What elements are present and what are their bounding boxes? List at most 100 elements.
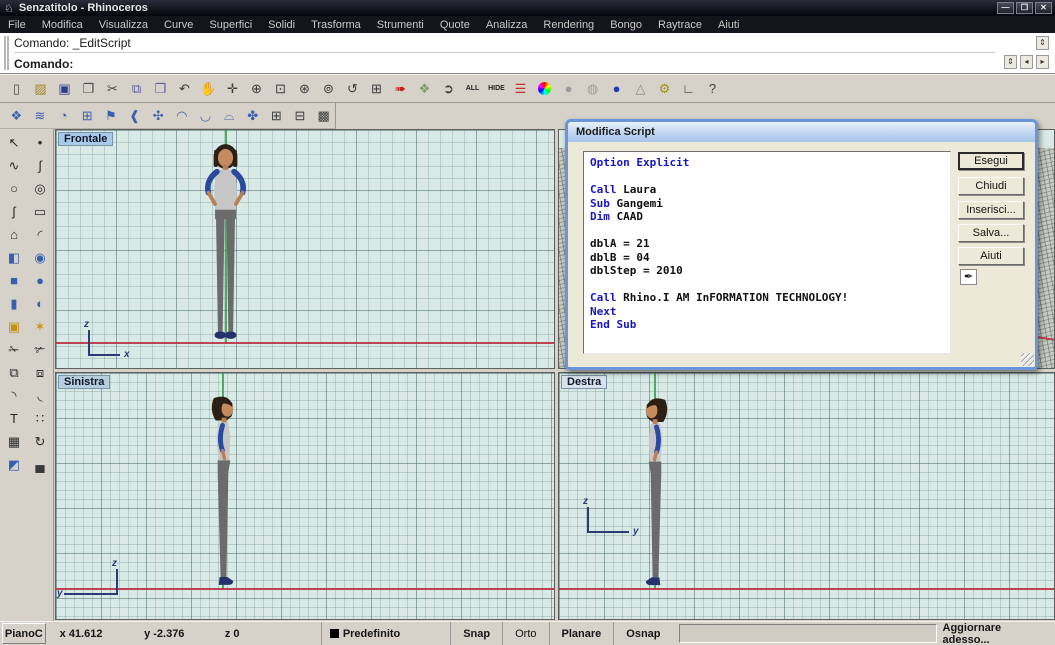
select-arrow-icon[interactable]: ↖ xyxy=(1,131,27,154)
extrude-icon[interactable]: ❰ xyxy=(123,105,146,127)
menu-curve[interactable]: Curve xyxy=(156,19,201,31)
cut-icon[interactable]: ✂ xyxy=(101,78,124,100)
environment-sphere-icon[interactable]: ● xyxy=(605,78,628,100)
hide-button[interactable]: HIDE xyxy=(485,78,508,100)
new-file-icon[interactable]: ▯ xyxy=(5,78,28,100)
scroll-left-button[interactable]: ◂ xyxy=(1020,55,1033,69)
menu-superfici[interactable]: Superfici xyxy=(201,19,260,31)
menu-analizza[interactable]: Analizza xyxy=(478,19,536,31)
viewport-layout-icon[interactable]: ⊞ xyxy=(365,78,388,100)
save-icon[interactable]: ▣ xyxy=(53,78,76,100)
shade-icon[interactable]: ◩ xyxy=(1,453,27,476)
sweep-icon[interactable]: ✤ xyxy=(241,105,264,127)
export-icon[interactable]: ❐ xyxy=(77,78,100,100)
minimize-button[interactable]: — xyxy=(997,2,1014,14)
join-icon[interactable]: ⧉ xyxy=(1,361,27,384)
rotate-tool-icon[interactable]: ↻ xyxy=(27,430,53,453)
script-code-editor[interactable]: Option Explicit Call LauraSub GangemiDim… xyxy=(583,151,951,354)
aiuti-button[interactable]: Aiuti xyxy=(958,247,1024,265)
help-icon[interactable]: ? xyxy=(701,78,724,100)
sphere-icon[interactable]: ● xyxy=(27,269,53,292)
menu-modifica[interactable]: Modifica xyxy=(34,19,91,31)
surface-points-icon[interactable]: ❖ xyxy=(5,105,28,127)
control-points-icon[interactable]: ▣ xyxy=(1,315,27,338)
boolean-icon[interactable]: ◐ xyxy=(27,292,53,315)
inserisci-button[interactable]: Inserisci... xyxy=(958,201,1024,219)
undo-view-icon[interactable]: ↺ xyxy=(341,78,364,100)
update-now-link[interactable]: Aggiornare adesso... xyxy=(943,622,1055,645)
surface-icon[interactable]: ◧ xyxy=(1,246,27,269)
undo-icon[interactable]: ↶ xyxy=(173,78,196,100)
menu-rendering[interactable]: Rendering xyxy=(535,19,602,31)
text-icon[interactable]: T xyxy=(1,407,27,430)
points-grid-icon[interactable]: ∷ xyxy=(27,407,53,430)
dialog-resize-grip[interactable] xyxy=(1021,353,1034,366)
viewport-4view-icon[interactable]: ⊞ xyxy=(265,105,288,127)
zoom-icon[interactable]: ⊕ xyxy=(245,78,268,100)
polyline-icon[interactable]: ∿ xyxy=(1,154,27,177)
menu-solidi[interactable]: Solidi xyxy=(260,19,303,31)
menu-strumenti[interactable]: Strumenti xyxy=(369,19,432,31)
menu-trasforma[interactable]: Trasforma xyxy=(303,19,369,31)
revolve-icon[interactable]: ⌓ xyxy=(218,105,241,127)
chiudi-button[interactable]: Chiudi xyxy=(958,177,1024,195)
point-icon[interactable]: • xyxy=(27,131,53,154)
menu-raytrace[interactable]: Raytrace xyxy=(650,19,710,31)
named-view-icon[interactable]: ➲ xyxy=(437,78,460,100)
render-preview-icon[interactable]: ❖ xyxy=(413,78,436,100)
scroll-right-button[interactable]: ▸ xyxy=(1036,55,1049,69)
salva-button[interactable]: Salva... xyxy=(958,224,1024,242)
blend-icon[interactable]: ◡ xyxy=(194,105,217,127)
material-sphere-icon[interactable]: ● xyxy=(557,78,580,100)
planare-toggle[interactable]: Planare xyxy=(549,622,614,645)
arc-icon[interactable]: ◜ xyxy=(27,223,53,246)
viewport-frontale[interactable]: Frontale z x xyxy=(55,129,555,369)
cplane-pane[interactable]: PianoC xyxy=(2,623,46,644)
dialog-title-bar[interactable]: Modifica Script xyxy=(568,122,1035,142)
curved-surface-icon[interactable]: ◉ xyxy=(27,246,53,269)
viewport-label-destra[interactable]: Destra xyxy=(561,375,607,389)
prompt-spinner[interactable]: ⇕ xyxy=(1004,55,1017,69)
explode-icon[interactable]: ✶ xyxy=(27,315,53,338)
box-icon[interactable]: ■ xyxy=(1,269,27,292)
options-gear-icon[interactable]: ⚙ xyxy=(653,78,676,100)
zoom-window-icon[interactable]: ⊡ xyxy=(269,78,292,100)
pan-icon[interactable]: ✋ xyxy=(197,78,220,100)
open-file-icon[interactable]: ▨ xyxy=(29,78,52,100)
restore-button[interactable]: ❐ xyxy=(1016,2,1033,14)
circle-icon[interactable]: ○ xyxy=(1,177,27,200)
show-all-button[interactable]: ALL xyxy=(461,78,484,100)
menu-quote[interactable]: Quote xyxy=(432,19,478,31)
copy-icon[interactable]: ⧉ xyxy=(125,78,148,100)
mesh-icon[interactable]: ▩ xyxy=(312,105,335,127)
render-icon[interactable]: ➠ xyxy=(389,78,412,100)
viewport-3view-icon[interactable]: ⊟ xyxy=(289,105,312,127)
command-grip[interactable] xyxy=(4,36,9,70)
command-prompt-input[interactable]: Comando: xyxy=(14,54,995,73)
title-bar[interactable]: ♘ Senzatitolo - Rhinoceros —❐✕ xyxy=(0,0,1055,16)
sphere-tool-icon[interactable]: ◔ xyxy=(52,105,75,127)
snap-toggle[interactable]: Snap xyxy=(450,622,502,645)
osnap-field[interactable] xyxy=(679,624,937,643)
viewport-destra[interactable]: Destra z y xyxy=(558,372,1055,620)
trim-icon[interactable]: ✁ xyxy=(1,338,27,361)
menu-aiuti[interactable]: Aiuti xyxy=(710,19,747,31)
menu-file[interactable]: File xyxy=(0,19,34,31)
rectangle-icon[interactable]: ▭ xyxy=(27,200,53,223)
offset-icon[interactable]: ⧈ xyxy=(27,361,53,384)
zoom-extents-icon[interactable]: ⊚ xyxy=(317,78,340,100)
paste-icon[interactable]: ❒ xyxy=(149,78,172,100)
surface-grid-icon[interactable]: ⊞ xyxy=(76,105,99,127)
cylinder-icon[interactable]: ▮ xyxy=(1,292,27,315)
spotlight-icon[interactable]: △ xyxy=(629,78,652,100)
plane-tool-icon[interactable]: ⚑ xyxy=(100,105,123,127)
close-button[interactable]: ✕ xyxy=(1035,2,1052,14)
chamfer-icon[interactable]: ◟ xyxy=(27,384,53,407)
layers-icon[interactable]: ☰ xyxy=(509,78,532,100)
array-icon[interactable]: ▦ xyxy=(1,430,27,453)
dimension-icon[interactable]: ∟ xyxy=(677,78,700,100)
curve-icon[interactable]: ∫ xyxy=(27,154,53,177)
loft-icon[interactable]: ≋ xyxy=(29,105,52,127)
history-spinner[interactable]: ⇕ xyxy=(1036,36,1049,50)
patch-icon[interactable]: ✣ xyxy=(147,105,170,127)
